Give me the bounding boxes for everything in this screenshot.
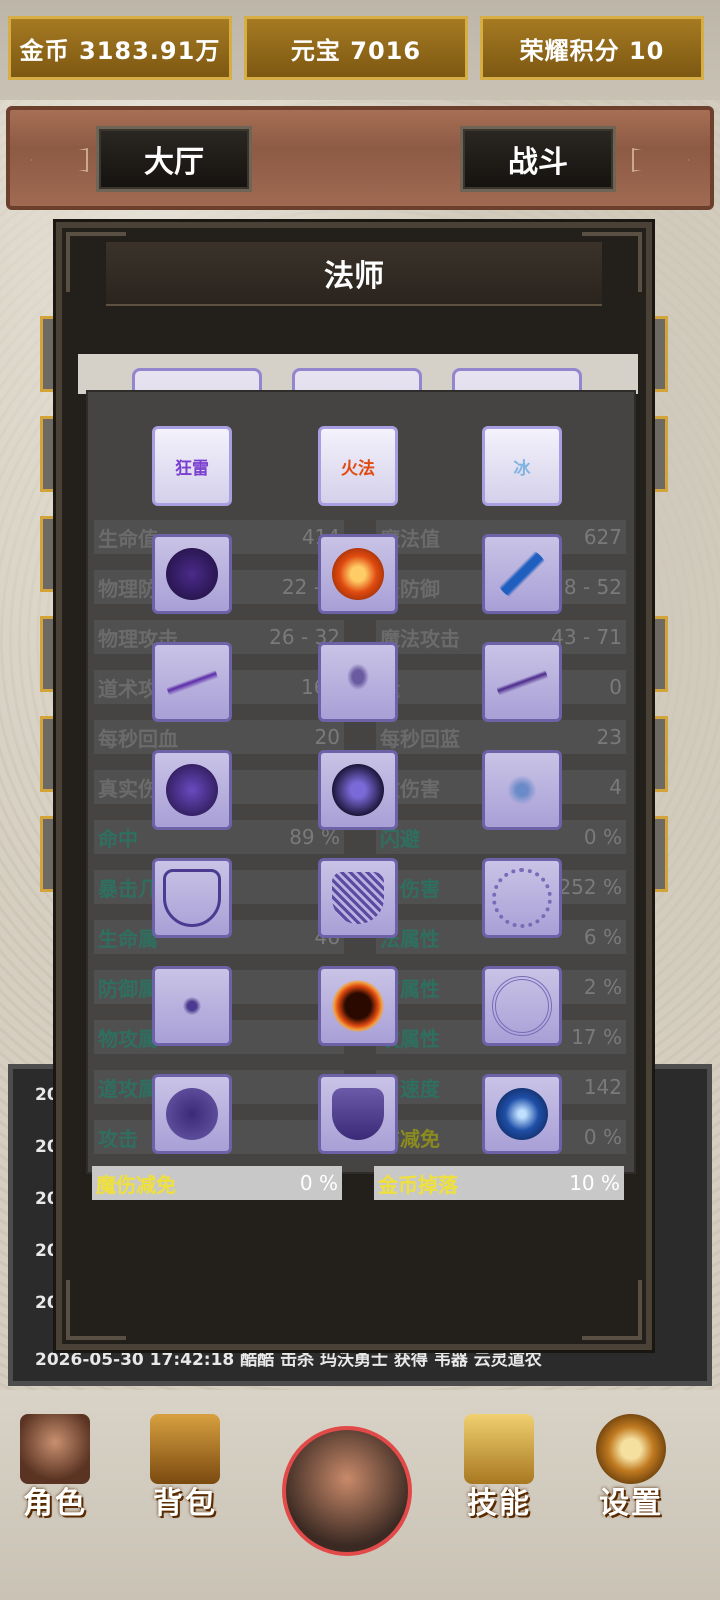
stat-value: 0 <box>609 675 622 699</box>
list-slot <box>652 816 668 892</box>
stat-value: 10 % <box>569 1171 620 1195</box>
stat-label: 金币掉落 <box>378 1172 458 1197</box>
nav-bag[interactable]: 背包 <box>130 1414 240 1524</box>
stat-label: 物攻属 <box>98 1026 158 1051</box>
nav-role[interactable]: 角色 <box>0 1414 110 1524</box>
list-slot <box>652 616 668 692</box>
stat-label: 每秒回血 <box>98 726 178 751</box>
stat-value: 142 <box>583 1075 622 1099</box>
stat-row: 金币掉落 10 % <box>374 1166 624 1200</box>
list-slot <box>40 516 56 592</box>
stat-label: 命中 <box>98 826 138 851</box>
stat-value: 8 - 52 <box>563 575 622 599</box>
list-slot <box>40 316 56 392</box>
nav-bag-label: 背包 <box>153 1486 217 1521</box>
skill-icon-rune-circle[interactable] <box>482 858 562 938</box>
honor-display: 荣耀积分 10 <box>480 16 704 80</box>
stat-label: 防御属 <box>98 976 158 1001</box>
gear-icon <box>596 1414 666 1484</box>
list-slot <box>40 816 56 892</box>
nav-skills-label: 技能 <box>467 1486 531 1521</box>
skill-icon-thunder-orb[interactable] <box>152 534 232 614</box>
skill-icon-swarm[interactable] <box>152 1074 232 1154</box>
stat-value: 0 % <box>583 825 622 849</box>
scroll-icon <box>464 1414 534 1484</box>
stat-value: 4 <box>609 775 622 799</box>
stat-value: 23 <box>596 725 622 749</box>
list-slot <box>40 616 56 692</box>
list-slot <box>652 716 668 792</box>
stat-label: 物理防 <box>98 576 158 601</box>
stat-label: 攻击 <box>98 1126 138 1151</box>
skill-icon-meteor[interactable] <box>318 966 398 1046</box>
stat-label: 道攻属 <box>98 1076 158 1101</box>
stat-value: 2 % <box>583 975 622 999</box>
skill-icon-star[interactable] <box>318 750 398 830</box>
nav-settings-label: 设置 <box>599 1486 663 1521</box>
class-modal: 法师 生命值414 物理防22 - 1 物理攻击26 - 32 道术攻16 - … <box>56 222 652 1350</box>
stat-row: 每秒回血 20 <box>94 720 344 754</box>
list-slot <box>652 416 668 492</box>
stat-value: 6 % <box>583 925 622 949</box>
skill-icon-crest[interactable] <box>318 1074 398 1154</box>
stat-value: 252 % <box>558 875 622 899</box>
gold-display: 金币 3183.91万 <box>8 16 232 80</box>
hall-button[interactable]: 大厅 <box>96 126 252 192</box>
stat-label: 生命值 <box>98 526 158 551</box>
frame-corner <box>582 1280 642 1340</box>
stat-label: 暴击几 <box>98 876 158 901</box>
class-tab-ice[interactable]: 冰 <box>482 426 562 506</box>
stat-value: 0 % <box>583 1125 622 1149</box>
stat-label: 道术攻 <box>98 676 158 701</box>
battle-button[interactable]: 战斗 <box>460 126 616 192</box>
stat-label: 每秒回蓝 <box>380 726 460 751</box>
skill-icon-slash[interactable] <box>152 642 232 722</box>
list-slot <box>40 716 56 792</box>
skill-icon-seal[interactable] <box>482 966 562 1046</box>
stat-label: 真实伤 <box>98 776 158 801</box>
skill-icon-shield-mesh[interactable] <box>318 858 398 938</box>
modal-title: 法师 <box>106 242 602 306</box>
stat-value: 627 <box>583 525 622 549</box>
skill-icon-blue-vortex[interactable] <box>482 1074 562 1154</box>
frame-corner <box>66 1280 126 1340</box>
nav-settings[interactable]: 设置 <box>576 1414 686 1524</box>
nav-band: 大厅 战斗 <box>6 106 714 210</box>
stat-label: 生命属 <box>98 926 158 951</box>
class-tab-thunder[interactable]: 狂雷 <box>152 426 232 506</box>
bottom-nav: 角色 背包 技能 设置 <box>0 1390 720 1600</box>
yuanbao-display: 元宝 7016 <box>244 16 468 80</box>
stat-label: 魔伤减免 <box>96 1172 176 1197</box>
list-slot <box>652 316 668 392</box>
stat-value: 43 - 71 <box>551 625 622 649</box>
stat-value: 17 % <box>571 1025 622 1049</box>
class-tab-fire[interactable]: 火法 <box>318 426 398 506</box>
skill-icon-wind-slash[interactable] <box>482 642 562 722</box>
skill-icon-summon[interactable] <box>318 642 398 722</box>
stat-row: 每秒回蓝 23 <box>376 720 626 754</box>
stat-row: 魔伤减免 0 % <box>92 1166 342 1200</box>
hero-portrait-icon <box>20 1414 90 1484</box>
list-slot <box>40 416 56 492</box>
character-avatar-button[interactable] <box>282 1426 412 1556</box>
skill-icon-ice-arrow[interactable] <box>482 534 562 614</box>
treasure-chest-icon <box>150 1414 220 1484</box>
skill-icon-star-small[interactable] <box>152 966 232 1046</box>
nav-role-label: 角色 <box>23 1486 87 1521</box>
skill-icon-shield[interactable] <box>152 858 232 938</box>
skill-icon-vortex[interactable] <box>152 750 232 830</box>
stat-value: 20 <box>314 725 340 749</box>
nav-skills[interactable]: 技能 <box>444 1414 554 1524</box>
stat-value: 0 % <box>299 1171 338 1195</box>
skill-icon-fire-ring[interactable] <box>318 534 398 614</box>
currency-bar: 金币 3183.91万 元宝 7016 荣耀积分 10 <box>0 0 720 100</box>
skill-icon-frost[interactable] <box>482 750 562 830</box>
